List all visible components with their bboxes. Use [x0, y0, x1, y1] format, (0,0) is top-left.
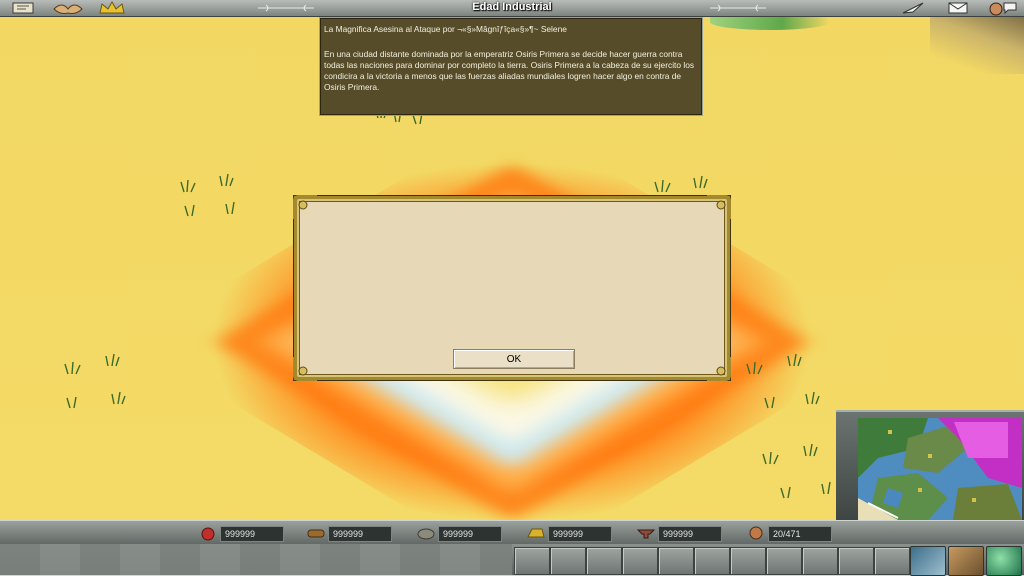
ok-button[interactable]: OK — [453, 349, 575, 369]
gold-amount: 999999 — [548, 526, 612, 542]
advisor-icon[interactable] — [984, 0, 1020, 16]
globe-icon[interactable] — [986, 546, 1022, 576]
command-slot[interactable] — [550, 547, 586, 575]
iron-amount: 999999 — [658, 526, 722, 542]
scenario-info-panel: La Magnifica Asesina al Ataque por ¬«§»M… — [319, 17, 703, 116]
grass-tuft — [746, 353, 820, 409]
command-slot[interactable] — [586, 547, 622, 575]
iron-icon — [636, 529, 656, 539]
scenario-description: En una ciudad distante dominada por la e… — [324, 49, 695, 92]
wood-amount: 999999 — [328, 526, 392, 542]
command-slot[interactable] — [694, 547, 730, 575]
wood-icon — [307, 529, 325, 538]
corner-ornament — [293, 195, 317, 219]
command-bar — [0, 544, 1024, 576]
command-slot[interactable] — [622, 547, 658, 575]
population-count: 20/471 — [768, 526, 832, 542]
stone-amount: 999999 — [438, 526, 502, 542]
command-slot[interactable] — [514, 547, 550, 575]
command-slot[interactable] — [874, 547, 910, 575]
message-dialog: OK — [293, 195, 731, 381]
food-icon — [201, 527, 215, 541]
command-slot[interactable] — [766, 547, 802, 575]
minimap[interactable] — [858, 418, 1022, 520]
command-slot[interactable] — [730, 547, 766, 575]
command-slot[interactable] — [658, 547, 694, 575]
unit-icon[interactable] — [910, 546, 946, 576]
resource-bar: 999999 999999 999999 999999 999999 20/47… — [0, 520, 1024, 546]
corner-ornament — [707, 195, 731, 219]
command-slot[interactable] — [802, 547, 838, 575]
coastline-ne — [930, 14, 1024, 74]
grass-tuft — [180, 173, 235, 217]
stone-icon — [417, 528, 435, 540]
scenario-title: La Magnifica Asesina al Ataque por ¬«§»M… — [324, 24, 567, 34]
grass-tuft — [762, 443, 831, 499]
top-bar: Edad Industrial — [0, 0, 1024, 17]
population-icon — [749, 526, 763, 540]
gold-icon — [527, 528, 545, 538]
corner-ornament — [707, 357, 731, 381]
stone-panel — [0, 544, 512, 575]
command-slot[interactable] — [838, 547, 874, 575]
grass-tuft — [64, 353, 126, 409]
minimap-frame — [836, 410, 1024, 522]
corner-ornament — [293, 357, 317, 381]
era-title: Edad Industrial — [472, 1, 552, 13]
food-amount: 999999 — [220, 526, 284, 542]
ornament-right — [710, 4, 766, 12]
citizens-icon[interactable] — [948, 546, 984, 576]
quill-icon[interactable] — [898, 0, 928, 16]
mail-icon[interactable] — [944, 0, 972, 16]
